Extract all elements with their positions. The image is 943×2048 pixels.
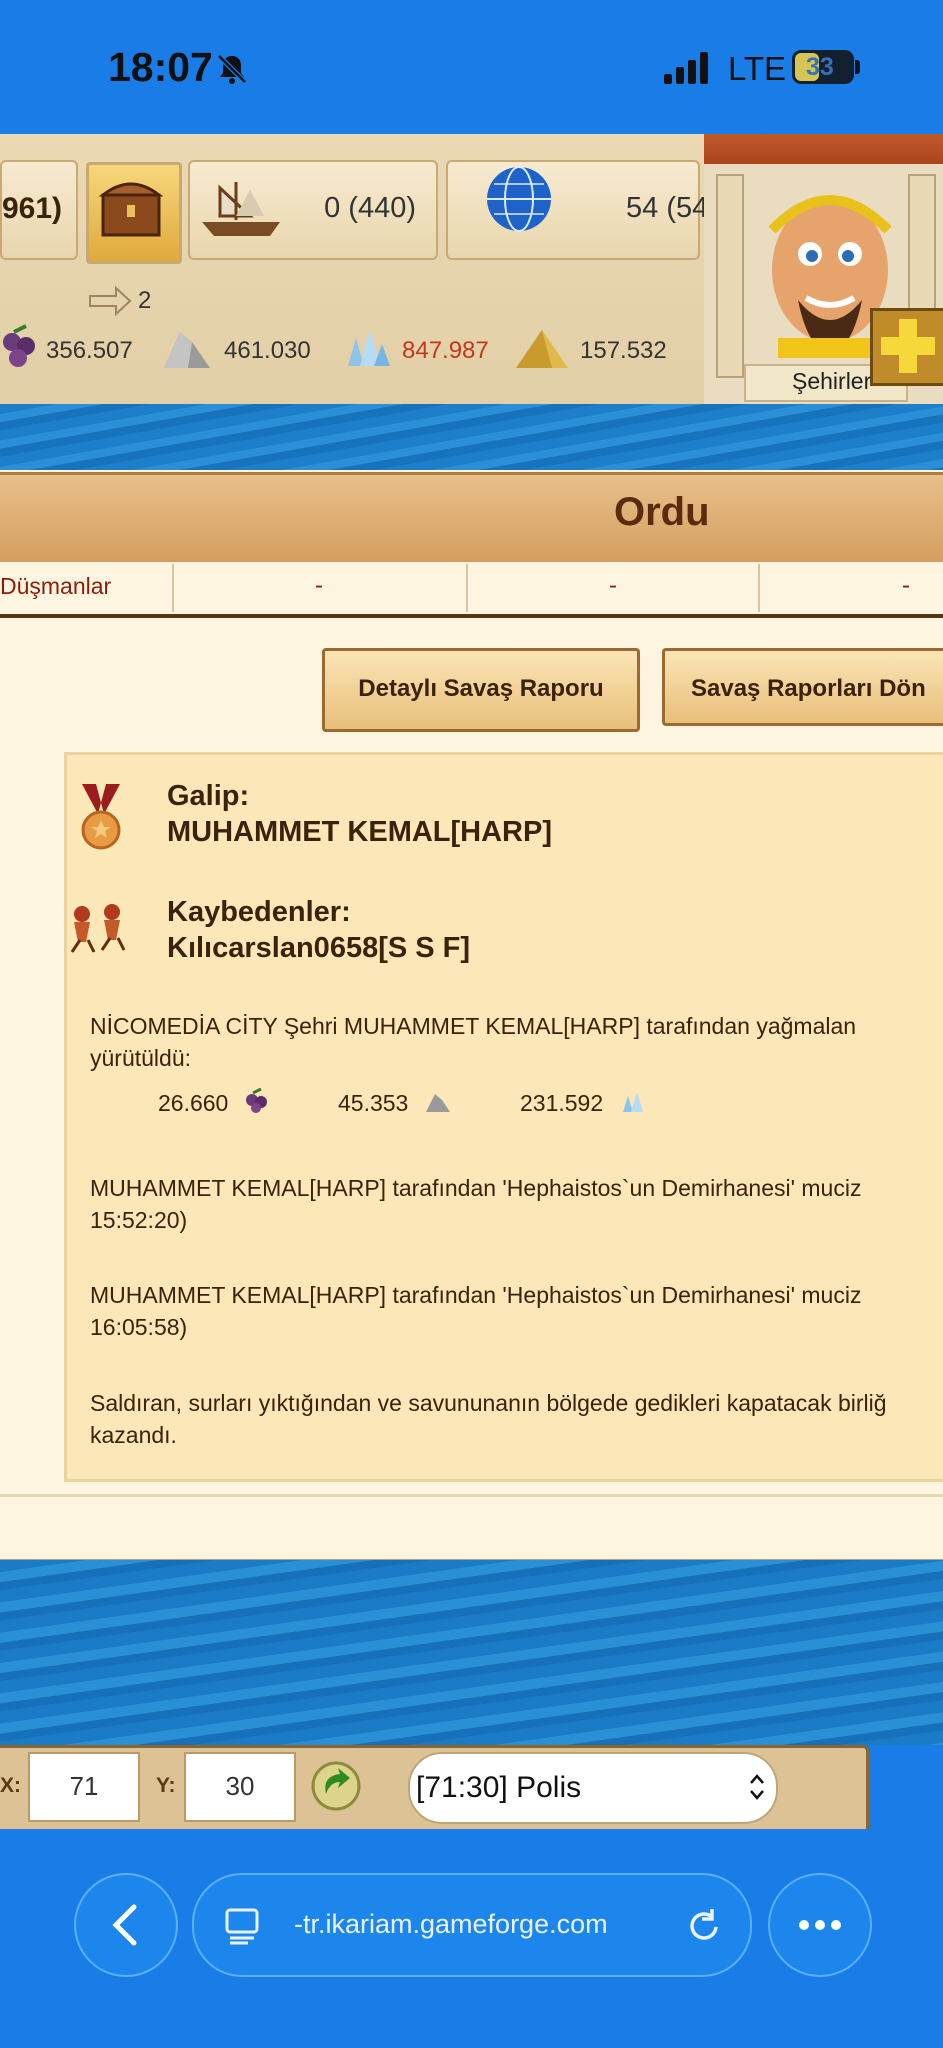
- marble-icon: [164, 332, 210, 368]
- marble-value: 461.030: [224, 337, 311, 364]
- ship-icon: [202, 182, 280, 236]
- city-select[interactable]: [71:30] Polis: [408, 1752, 778, 1824]
- ships-value: 0 (440): [324, 192, 416, 224]
- plunder-text-line1: NİCOMEDİA CİTY Şehri MUHAMMET KEMAL[HARP…: [90, 1013, 857, 1039]
- world-value: 54 (54: [626, 192, 709, 224]
- medal-icon: [81, 784, 121, 850]
- event1-line2: 15:52:20): [90, 1207, 188, 1233]
- add-city-button[interactable]: [870, 308, 943, 386]
- sulfur-value: 157.532: [580, 337, 667, 364]
- winner-name: MUHAMMET KEMAL[HARP]: [167, 816, 553, 848]
- wall-text-line2: kazandı.: [90, 1422, 177, 1448]
- detailed-battle-report-button[interactable]: Detaylı Savaş Raporu: [322, 648, 640, 732]
- loser-name: Kılıcarslan0658[S S F]: [167, 932, 471, 964]
- marble-icon: [426, 1094, 450, 1112]
- event2-line1: MUHAMMET KEMAL[HARP] tarafından 'Hephais…: [90, 1282, 862, 1308]
- loot-wine-value: 26.660: [158, 1090, 229, 1116]
- advisor-label: Şehirler: [792, 368, 872, 394]
- back-button[interactable]: [74, 1873, 178, 1977]
- battery-level: 33: [806, 53, 834, 81]
- wall-text-line1: Saldıran, surları yıktığından ve savunun…: [90, 1390, 887, 1416]
- globe-icon: [487, 166, 551, 232]
- sea-background: [0, 1560, 943, 1745]
- enemy-cell: -: [315, 572, 323, 599]
- city-select-value: [71:30] Polis: [416, 1771, 582, 1804]
- battery-icon: 33: [792, 50, 854, 84]
- panel-footer: [0, 1494, 943, 1564]
- crystal-icon: [623, 1092, 643, 1112]
- army-title-bar: [0, 472, 943, 565]
- loot-marble-value: 45.353: [338, 1090, 409, 1116]
- winner-label: Galip:: [167, 780, 250, 812]
- event2-line2: 16:05:58): [90, 1314, 188, 1340]
- wine-grapes-icon: [3, 324, 35, 367]
- chevron-left-icon: [112, 1904, 137, 1946]
- url-text: -tr.ikariam.gameforge.com: [294, 1909, 608, 1939]
- enemies-label: Düşmanlar: [0, 573, 112, 599]
- battery-tip: [855, 60, 860, 74]
- losers-label: Kaybedenler:: [167, 896, 351, 928]
- crystal-icon: [348, 330, 390, 366]
- loot-crystal-value: 231.592: [520, 1090, 604, 1116]
- go-to-coordinates-icon[interactable]: [310, 1760, 364, 1812]
- sulfur-icon: [516, 330, 568, 368]
- bell-muted-icon: [217, 54, 247, 84]
- page-menu-icon: [225, 1908, 259, 1945]
- ships-box[interactable]: 0 (440): [188, 160, 438, 260]
- select-arrows-icon: [750, 1774, 764, 1800]
- x-coordinate-input[interactable]: 71: [28, 1752, 140, 1822]
- treasure-chest-button[interactable]: [86, 162, 182, 264]
- crystal-value: 847.987: [402, 337, 489, 364]
- treasure-chest-icon: [98, 182, 164, 237]
- transport-arrow-icon: [89, 286, 132, 316]
- cell-divider: [758, 564, 760, 612]
- battle-reports-back-button[interactable]: Savaş Raporları Dön: [662, 648, 943, 726]
- y-coordinate-input[interactable]: 30: [184, 1752, 296, 1822]
- defeated-soldiers-icon: [70, 904, 126, 953]
- sea-background: [0, 404, 943, 470]
- world-box[interactable]: 54 (54: [446, 160, 708, 260]
- plus-icon: [881, 319, 935, 373]
- ellipsis-icon: [799, 1920, 841, 1930]
- signal-icon: [664, 52, 708, 84]
- event1-line1: MUHAMMET KEMAL[HARP] tarafından 'Hephais…: [90, 1175, 862, 1201]
- reload-icon[interactable]: [684, 1905, 724, 1945]
- y-label: Y:: [156, 1774, 176, 1797]
- network-label: LTE: [728, 50, 787, 87]
- army-title: Ordu: [614, 490, 710, 534]
- enemy-cell: -: [902, 572, 910, 599]
- cell-divider: [172, 564, 174, 612]
- cell-divider: [466, 564, 468, 612]
- address-bar[interactable]: -tr.ikariam.gameforge.com: [192, 1873, 752, 1977]
- more-options-button[interactable]: [768, 1873, 872, 1977]
- status-time: 18:07: [108, 44, 213, 90]
- x-label: X:: [0, 1774, 21, 1797]
- transport-count: 2: [138, 287, 152, 314]
- gold-value: 961): [2, 192, 63, 225]
- wine-grapes-icon: [246, 1088, 267, 1113]
- gold-box[interactable]: 961): [0, 160, 78, 260]
- wine-value: 356.507: [46, 337, 133, 364]
- enemies-row: [0, 562, 943, 618]
- plunder-text-line2: yürütüldü:: [90, 1045, 192, 1071]
- enemy-cell: -: [609, 572, 617, 599]
